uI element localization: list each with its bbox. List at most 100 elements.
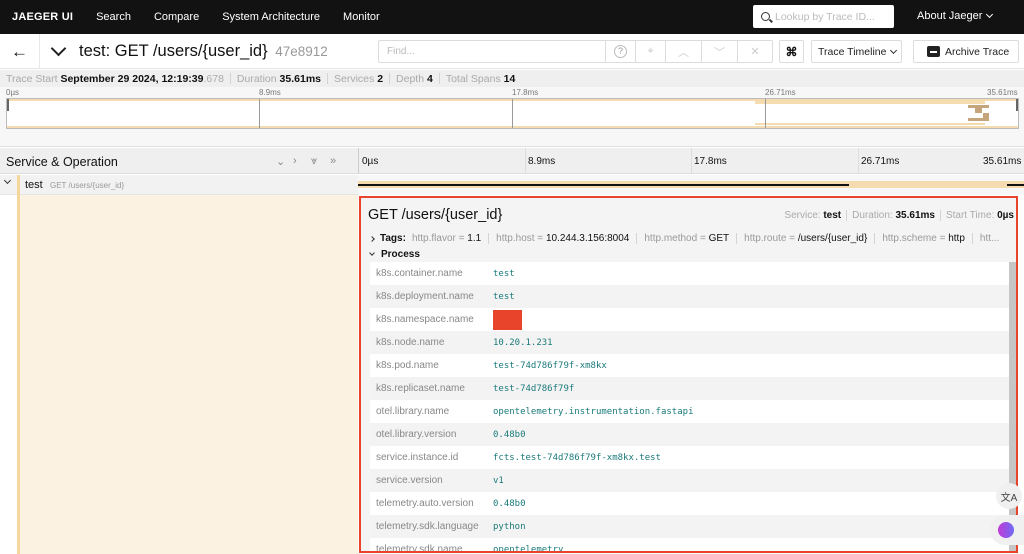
chevron-down-icon[interactable] xyxy=(3,176,12,185)
minimap-tick: 8.9ms xyxy=(259,88,281,97)
chevron-right-icon xyxy=(369,235,375,242)
span-detail-meta: Service: test Duration: 35.61ms Start Ti… xyxy=(784,210,1014,221)
duration-label: Duration xyxy=(236,72,277,85)
locate-button[interactable]: ⌖ xyxy=(636,40,666,63)
process-value: python xyxy=(493,521,526,532)
next-result-button[interactable]: ﹀ xyxy=(702,40,738,63)
column-resizer[interactable] xyxy=(358,148,359,174)
find-help-button[interactable]: ? xyxy=(606,40,636,63)
process-row: k8s.namespace.name xyxy=(370,308,1010,331)
trace-start-label: Trace Start xyxy=(6,72,58,85)
span-timeline-cell[interactable] xyxy=(358,175,1024,195)
prev-result-button[interactable]: ︿ xyxy=(666,40,702,63)
minimap-gridline xyxy=(259,99,260,128)
minimap-handle-right[interactable] xyxy=(1016,99,1018,111)
nav-system-architecture[interactable]: System Architecture xyxy=(222,11,320,23)
process-row: otel.library.name opentelemetry.instrumen… xyxy=(370,400,1010,423)
collapse-all-icon[interactable]: ⩔ xyxy=(311,155,317,168)
process-value: test-74d786f79f-xm8kx xyxy=(493,360,607,371)
minimap-span xyxy=(983,113,989,118)
process-key: telemetry.auto.version xyxy=(376,498,474,509)
timeline-tick: 26.71ms xyxy=(861,156,900,167)
nav-search[interactable]: Search xyxy=(96,11,131,23)
process-table: k8s.container.name test k8s.deployment.nam… xyxy=(370,262,1010,551)
trace-title: test: GET /users/{user_id} 47e8912 xyxy=(79,42,328,61)
process-row: telemetry.sdk.language python xyxy=(370,515,1010,538)
keyboard-shortcuts-button[interactable]: ⌘ xyxy=(779,40,804,63)
process-section-toggle[interactable]: Process xyxy=(369,249,420,260)
tags-section-toggle[interactable]: Tags: http.flavor = 1.1 http.host = 10.2… xyxy=(369,233,1000,244)
tag-item: http.flavor = 1.1 xyxy=(411,233,482,244)
minimap-span xyxy=(968,118,989,121)
start-time-value: 0µs xyxy=(997,210,1014,221)
process-key: k8s.pod.name xyxy=(376,360,439,371)
tag-key: http.route xyxy=(744,233,787,244)
trace-minimap[interactable]: 0µs 8.9ms 17.8ms 26.71ms 35.61ms xyxy=(0,87,1024,147)
process-value: fcts.test-74d786f79f-xm8kx.test xyxy=(493,452,661,463)
target-icon: ⌖ xyxy=(647,45,654,57)
view-mode-dropdown[interactable]: Trace Timeline xyxy=(811,40,902,63)
divider xyxy=(971,233,973,244)
collapse-header-chevron-icon[interactable] xyxy=(50,40,67,57)
translate-button[interactable]: 文A xyxy=(996,483,1022,509)
trace-start-ms: .678 xyxy=(203,72,224,85)
services-label: Services xyxy=(334,72,375,85)
divider xyxy=(939,210,941,221)
tag-value: 10.244.3.156:8004 xyxy=(545,233,630,244)
span-detail-title: GET /users/{user_id} xyxy=(368,207,503,223)
span-service-name: test xyxy=(25,179,43,191)
nav-monitor[interactable]: Monitor xyxy=(343,11,380,23)
process-row: telemetry.auto.version 0.48b0 xyxy=(370,492,1010,515)
tag-key: http.host xyxy=(496,233,535,244)
back-button[interactable]: ← xyxy=(0,34,40,69)
nav-compare[interactable]: Compare xyxy=(154,11,199,23)
trace-id-lookup-input[interactable]: Lookup by Trace ID... xyxy=(753,5,894,28)
trace-name: test: GET /users/{user_id} xyxy=(79,42,268,60)
process-key: k8s.deployment.name xyxy=(376,291,474,302)
timeline-tick: 0µs xyxy=(362,156,379,167)
clear-search-button[interactable]: ✕ xyxy=(738,40,773,63)
trace-id: 47e8912 xyxy=(275,44,328,59)
process-row: service.instance.id fcts.test-74d786f79f-… xyxy=(370,446,1010,469)
chevron-down-icon: ﹀ xyxy=(714,46,725,59)
about-jaeger-menu[interactable]: About Jaeger xyxy=(917,10,994,22)
minimap-handle-left[interactable] xyxy=(7,99,9,111)
tags-overflow: htt... xyxy=(979,233,1000,244)
process-key: k8s.replicaset.name xyxy=(376,383,465,394)
total-spans-value: 14 xyxy=(503,72,516,85)
chevron-down-icon xyxy=(986,10,994,19)
minimap-span xyxy=(755,101,985,104)
collapse-one-icon[interactable]: ⌄ xyxy=(276,155,285,168)
process-label: Process xyxy=(381,249,420,260)
service-color-stripe xyxy=(17,195,358,554)
span-detail-panel: GET /users/{user_id} Service: test Durat… xyxy=(359,196,1018,553)
archive-icon xyxy=(927,46,940,57)
process-row: k8s.replicaset.name test-74d786f79f xyxy=(370,377,1010,400)
trace-start-value: September 29 2024, 12:19:39 xyxy=(60,72,204,85)
archive-trace-button[interactable]: Archive Trace xyxy=(913,40,1019,63)
duration-label: Duration: xyxy=(852,210,893,221)
expand-all-icon[interactable]: » xyxy=(330,155,336,167)
search-icon xyxy=(761,12,770,21)
assistant-button[interactable] xyxy=(990,515,1024,545)
redacted-value xyxy=(493,309,522,330)
tag-value: GET xyxy=(708,233,730,244)
divider xyxy=(874,233,876,244)
services-value: 2 xyxy=(377,72,384,85)
minimap-canvas[interactable] xyxy=(6,98,1019,129)
duration-value: 35.61ms xyxy=(895,210,935,221)
process-row: k8s.deployment.name test xyxy=(370,285,1010,308)
brand-logo[interactable]: JAEGER UI xyxy=(12,11,73,23)
tag-item: http.method = GET xyxy=(644,233,730,244)
process-value: opentelemetry.instrumentation.fastapi xyxy=(493,406,694,417)
span-name-cell[interactable]: test GET /users/{user_id} xyxy=(0,175,358,195)
tag-item: http.host = 10.244.3.156:8004 xyxy=(496,233,630,244)
translate-icon: 文A xyxy=(1000,492,1018,504)
process-key: k8s.container.name xyxy=(376,268,463,279)
span-row[interactable]: test GET /users/{user_id} xyxy=(0,175,1024,195)
process-key: service.version xyxy=(376,475,443,486)
minimap-tick: 26.71ms xyxy=(765,88,796,97)
find-input[interactable]: Find... xyxy=(378,40,606,63)
timeline-tick: 8.9ms xyxy=(528,156,556,167)
expand-one-icon[interactable]: › xyxy=(293,155,297,167)
